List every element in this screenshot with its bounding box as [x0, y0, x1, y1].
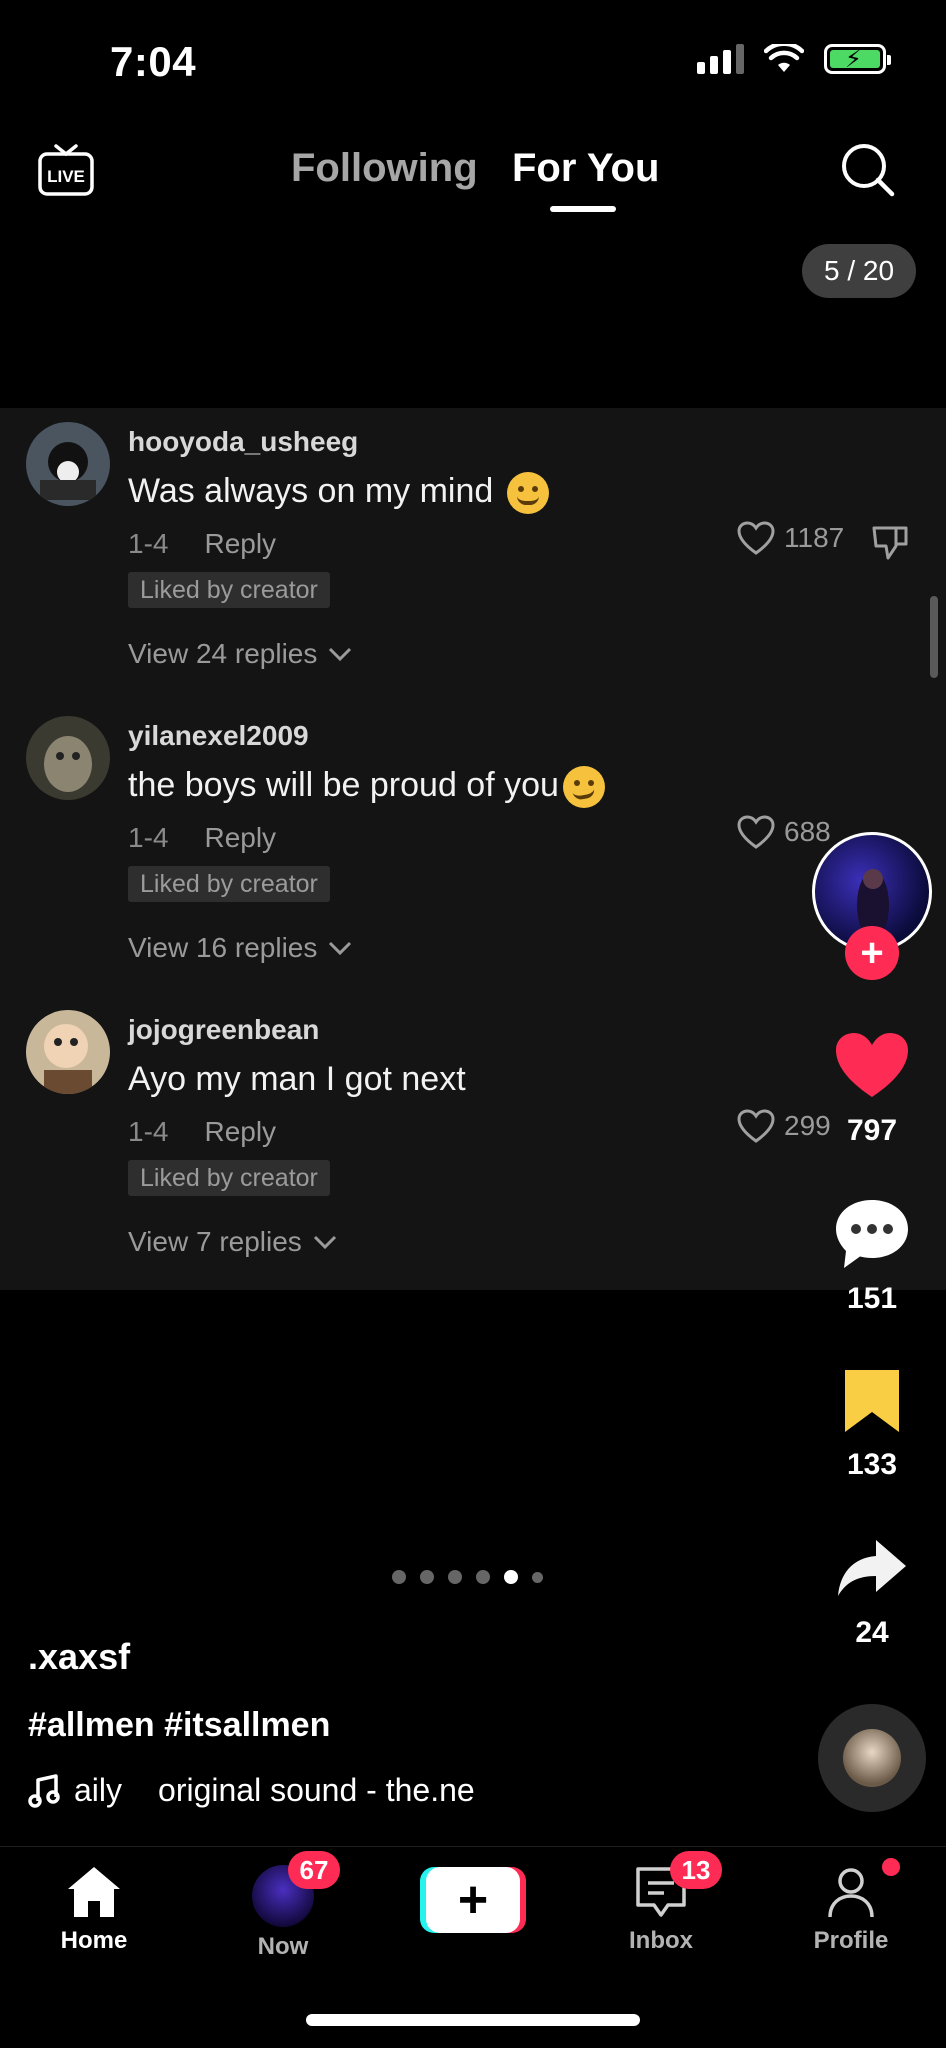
- reply-button[interactable]: Reply: [204, 822, 276, 854]
- music-note-icon: [28, 1773, 60, 1808]
- carousel-dot-active: [504, 1570, 518, 1584]
- home-indicator[interactable]: [306, 2014, 640, 2026]
- comment-like-count: 1187: [784, 522, 845, 553]
- nav-home[interactable]: Home: [19, 1863, 169, 1955]
- comment-bubble-icon: [836, 1200, 908, 1268]
- nav-label: Profile: [813, 1927, 889, 1954]
- comment-date: 1-4: [128, 822, 169, 853]
- comment-username[interactable]: jojogreenbean: [128, 1014, 319, 1046]
- carousel-dots: [392, 1570, 543, 1584]
- save-button[interactable]: [826, 1366, 918, 1436]
- nav-label: Now: [257, 1933, 309, 1960]
- photo-counter: 5 / 20: [802, 244, 916, 298]
- comment-text: Ayo my man I got next: [128, 1060, 466, 1098]
- heart-outline-icon: [737, 1109, 775, 1143]
- smirk-emoji-icon: [562, 766, 605, 809]
- comment-date: 1-4: [128, 528, 169, 559]
- now-badge: 67: [288, 1851, 340, 1889]
- profile-icon: [828, 1868, 874, 1918]
- tab-following[interactable]: Following: [291, 146, 478, 191]
- comment-username[interactable]: hooyoda_usheeg: [128, 426, 358, 458]
- heart-icon: [836, 1033, 908, 1097]
- create-button[interactable]: +: [420, 1867, 526, 1933]
- view-replies-button[interactable]: View 24 replies: [128, 638, 353, 670]
- music-title: original sound - the.ne: [158, 1772, 475, 1808]
- save-count: 133: [846, 1448, 898, 1481]
- cellular-signal-icon: [697, 44, 744, 74]
- liked-by-creator-badge: Liked by creator: [128, 1160, 330, 1196]
- like-count: 797: [846, 1114, 898, 1147]
- carousel-dot: [448, 1570, 462, 1584]
- comments-panel: hooyoda_usheeg Was always on my mind 1-4…: [0, 408, 946, 1290]
- comment-meta: 1-4 Reply: [128, 528, 276, 560]
- bookmark-icon: [845, 1370, 899, 1432]
- comment-username[interactable]: yilanexel2009: [128, 720, 309, 752]
- comment-like-button[interactable]: 1187: [736, 520, 844, 556]
- svg-text:LIVE: LIVE: [47, 167, 85, 186]
- comment-like-count: 688: [784, 816, 831, 847]
- comment-like-button[interactable]: 688: [736, 814, 831, 850]
- sound-avatar: [843, 1729, 901, 1787]
- nav-label: Inbox: [629, 1927, 693, 1954]
- follow-button[interactable]: +: [845, 926, 899, 980]
- share-button[interactable]: [826, 1536, 918, 1600]
- battery-icon: ⚡: [824, 44, 891, 74]
- comment-dislike-button[interactable]: [870, 522, 910, 567]
- music-title-part: aily: [74, 1772, 123, 1808]
- carousel-dot: [532, 1572, 543, 1583]
- chevron-down-icon: [329, 647, 352, 662]
- chevron-down-icon: [329, 941, 352, 956]
- commenter-avatar[interactable]: [26, 422, 110, 506]
- home-icon: [68, 1867, 120, 1917]
- music-info[interactable]: aily original sound - the.ne: [28, 1772, 475, 1809]
- comment-count: 151: [846, 1282, 898, 1315]
- thumbs-down-icon: [872, 526, 908, 560]
- heart-outline-icon: [737, 521, 775, 555]
- comments-button[interactable]: [826, 1196, 918, 1272]
- comment-text: the boys will be proud of you: [128, 766, 605, 809]
- comment-meta: 1-4 Reply: [128, 822, 276, 854]
- search-button[interactable]: [838, 140, 898, 205]
- inbox-badge: 13: [670, 1851, 722, 1889]
- liked-by-creator-badge: Liked by creator: [128, 572, 330, 608]
- like-button[interactable]: [826, 1028, 918, 1102]
- tab-for-you[interactable]: For You: [512, 146, 659, 191]
- reply-button[interactable]: Reply: [204, 1116, 276, 1148]
- comments-scrollbar[interactable]: [930, 596, 938, 678]
- nav-profile[interactable]: Profile: [776, 1863, 926, 1955]
- comment-meta: 1-4 Reply: [128, 1116, 276, 1148]
- commenter-avatar[interactable]: [26, 716, 110, 800]
- live-tv-icon: LIVE: [38, 144, 94, 196]
- profile-notification-dot: [882, 1858, 900, 1876]
- view-replies-button[interactable]: View 7 replies: [128, 1226, 338, 1258]
- carousel-dot: [476, 1570, 490, 1584]
- carousel-dot: [392, 1570, 406, 1584]
- view-replies-button[interactable]: View 16 replies: [128, 932, 353, 964]
- heart-outline-icon: [737, 815, 775, 849]
- nav-label: Home: [60, 1927, 128, 1954]
- comment-text: Was always on my mind: [128, 472, 549, 515]
- live-button[interactable]: LIVE: [36, 140, 96, 205]
- music-disc[interactable]: [818, 1704, 926, 1812]
- liked-by-creator-badge: Liked by creator: [128, 866, 330, 902]
- active-tab-indicator: [550, 206, 616, 212]
- share-count: 24: [855, 1616, 889, 1649]
- commenter-avatar[interactable]: [26, 1010, 110, 1094]
- comment-date: 1-4: [128, 1116, 169, 1147]
- wifi-icon: [764, 44, 804, 72]
- plus-icon: +: [426, 1867, 520, 1933]
- share-arrow-icon: [838, 1540, 906, 1596]
- video-author[interactable]: .xaxsf: [28, 1636, 130, 1678]
- status-icons: ⚡: [697, 44, 891, 74]
- video-hashtags[interactable]: #allmen #itsallmen: [28, 1706, 330, 1745]
- sweat-smile-emoji-icon: [506, 472, 549, 515]
- chevron-down-icon: [313, 1235, 336, 1250]
- carousel-dot: [420, 1570, 434, 1584]
- search-icon: [842, 144, 895, 197]
- status-time: 7:04: [110, 38, 197, 85]
- reply-button[interactable]: Reply: [204, 528, 276, 560]
